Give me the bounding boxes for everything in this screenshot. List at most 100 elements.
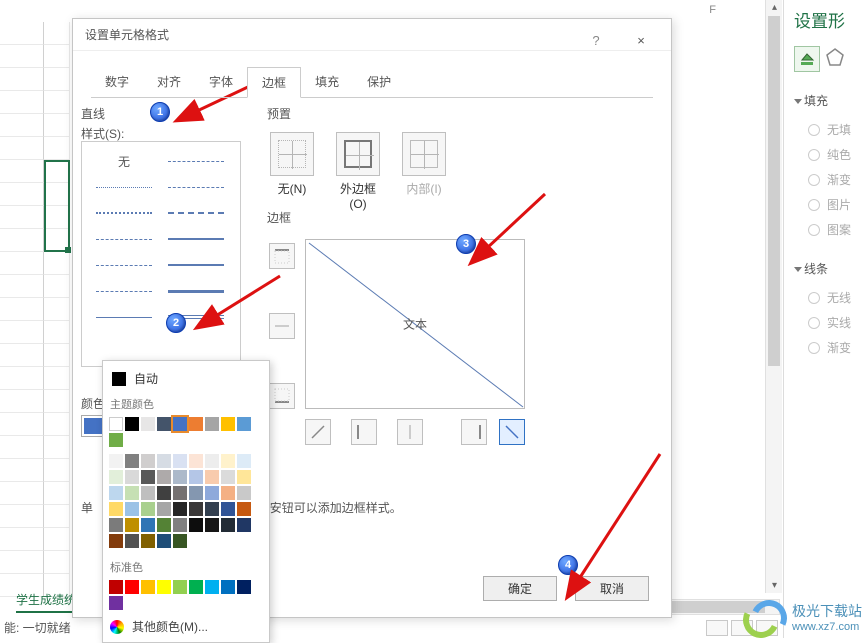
tab-protection[interactable]: 保护 [353, 67, 405, 98]
color-swatch[interactable] [237, 417, 251, 431]
fill-line-tab-icon[interactable] [794, 46, 820, 72]
color-swatch[interactable] [189, 486, 203, 500]
border-top-button[interactable] [269, 243, 295, 269]
tab-alignment[interactable]: 对齐 [143, 67, 195, 98]
color-swatch[interactable] [141, 518, 155, 532]
color-swatch[interactable] [141, 417, 155, 431]
cell-grid[interactable] [44, 22, 70, 602]
color-swatch[interactable] [221, 486, 235, 500]
style-none[interactable]: 无 [118, 153, 130, 170]
effects-tab-icon[interactable] [824, 46, 850, 72]
tab-font[interactable]: 字体 [195, 67, 247, 98]
color-swatch[interactable] [205, 454, 219, 468]
line-style[interactable] [162, 254, 230, 276]
color-swatch[interactable] [141, 534, 155, 548]
color-swatch[interactable] [109, 518, 123, 532]
line-option[interactable]: 渐变 [808, 339, 868, 356]
color-swatch[interactable] [109, 596, 123, 610]
color-swatch[interactable] [173, 486, 187, 500]
vertical-scrollbar[interactable]: ▴ ▾ [765, 0, 782, 593]
more-colors[interactable]: 其他颜色(M)... [108, 612, 264, 637]
color-swatch[interactable] [109, 486, 123, 500]
tab-number[interactable]: 数字 [91, 67, 143, 98]
color-swatch[interactable] [221, 454, 235, 468]
color-swatch[interactable] [237, 486, 251, 500]
color-swatch[interactable] [221, 502, 235, 516]
vscroll-thumb[interactable] [768, 16, 780, 366]
color-swatch[interactable] [205, 518, 219, 532]
line-style[interactable] [90, 254, 158, 276]
line-style[interactable] [90, 202, 158, 224]
color-swatch[interactable] [125, 534, 139, 548]
border-mid-h-button[interactable] [269, 313, 295, 339]
color-swatch[interactable] [125, 470, 139, 484]
line-style[interactable] [90, 306, 158, 328]
color-swatch[interactable] [125, 518, 139, 532]
color-swatch[interactable] [109, 580, 123, 594]
color-swatch[interactable] [189, 454, 203, 468]
ok-button[interactable]: 确定 [483, 576, 557, 601]
color-swatch[interactable] [125, 417, 139, 431]
preset-outer[interactable]: 外边框(O) [333, 132, 383, 211]
line-style[interactable] [90, 280, 158, 302]
color-swatch[interactable] [173, 518, 187, 532]
color-swatch[interactable] [205, 502, 219, 516]
line-style[interactable] [162, 228, 230, 250]
line-style[interactable] [162, 280, 230, 302]
color-swatch[interactable] [141, 486, 155, 500]
line-option[interactable]: 实线 [808, 314, 868, 331]
help-button[interactable]: ? [581, 25, 611, 57]
color-swatch[interactable] [221, 518, 235, 532]
color-swatch[interactable] [109, 433, 123, 447]
color-swatch[interactable] [157, 454, 171, 468]
color-swatch[interactable] [189, 417, 203, 431]
fill-handle[interactable] [65, 247, 71, 253]
tab-border[interactable]: 边框 [247, 67, 301, 98]
color-swatch[interactable] [141, 502, 155, 516]
color-swatch[interactable] [173, 470, 187, 484]
close-button[interactable]: × [621, 25, 661, 45]
border-bottom-button[interactable] [269, 383, 295, 409]
color-swatch[interactable] [125, 580, 139, 594]
color-swatch[interactable] [173, 454, 187, 468]
color-swatch[interactable] [157, 470, 171, 484]
color-swatch[interactable] [125, 454, 139, 468]
line-style[interactable] [162, 176, 230, 198]
color-swatch[interactable] [125, 502, 139, 516]
border-right-button[interactable] [461, 419, 487, 445]
dialog-titlebar[interactable]: 设置单元格格式 ? × [73, 19, 671, 51]
preset-none[interactable]: 无(N) [267, 132, 317, 211]
color-swatch[interactable] [189, 580, 203, 594]
color-swatch[interactable] [237, 518, 251, 532]
color-swatch[interactable] [221, 417, 235, 431]
border-preview[interactable]: 文本 [305, 239, 525, 409]
color-swatch[interactable] [109, 502, 123, 516]
color-swatch[interactable] [141, 454, 155, 468]
border-diag-up-button[interactable] [305, 419, 331, 445]
color-swatch[interactable] [157, 518, 171, 532]
line-section-header[interactable]: 线条 [794, 260, 868, 277]
color-swatch[interactable] [157, 502, 171, 516]
color-swatch[interactable] [157, 580, 171, 594]
color-swatch[interactable] [173, 534, 187, 548]
color-swatch[interactable] [205, 470, 219, 484]
color-swatch[interactable] [173, 417, 187, 431]
border-left-button[interactable] [351, 419, 377, 445]
color-swatch[interactable] [189, 470, 203, 484]
color-swatch[interactable] [189, 502, 203, 516]
color-swatch[interactable] [237, 580, 251, 594]
color-swatch[interactable] [141, 580, 155, 594]
color-swatch[interactable] [205, 417, 219, 431]
scroll-down-icon[interactable]: ▾ [766, 578, 783, 593]
color-swatch[interactable] [237, 470, 251, 484]
line-style[interactable] [162, 202, 230, 224]
color-swatch[interactable] [157, 486, 171, 500]
line-option[interactable]: 无线 [808, 289, 868, 306]
border-diag-down-button[interactable] [499, 419, 525, 445]
color-swatch[interactable] [109, 470, 123, 484]
line-style[interactable] [90, 228, 158, 250]
color-swatch[interactable] [221, 580, 235, 594]
color-swatch[interactable] [189, 518, 203, 532]
color-swatch[interactable] [109, 417, 123, 431]
fill-option[interactable]: 无填 [808, 121, 868, 138]
